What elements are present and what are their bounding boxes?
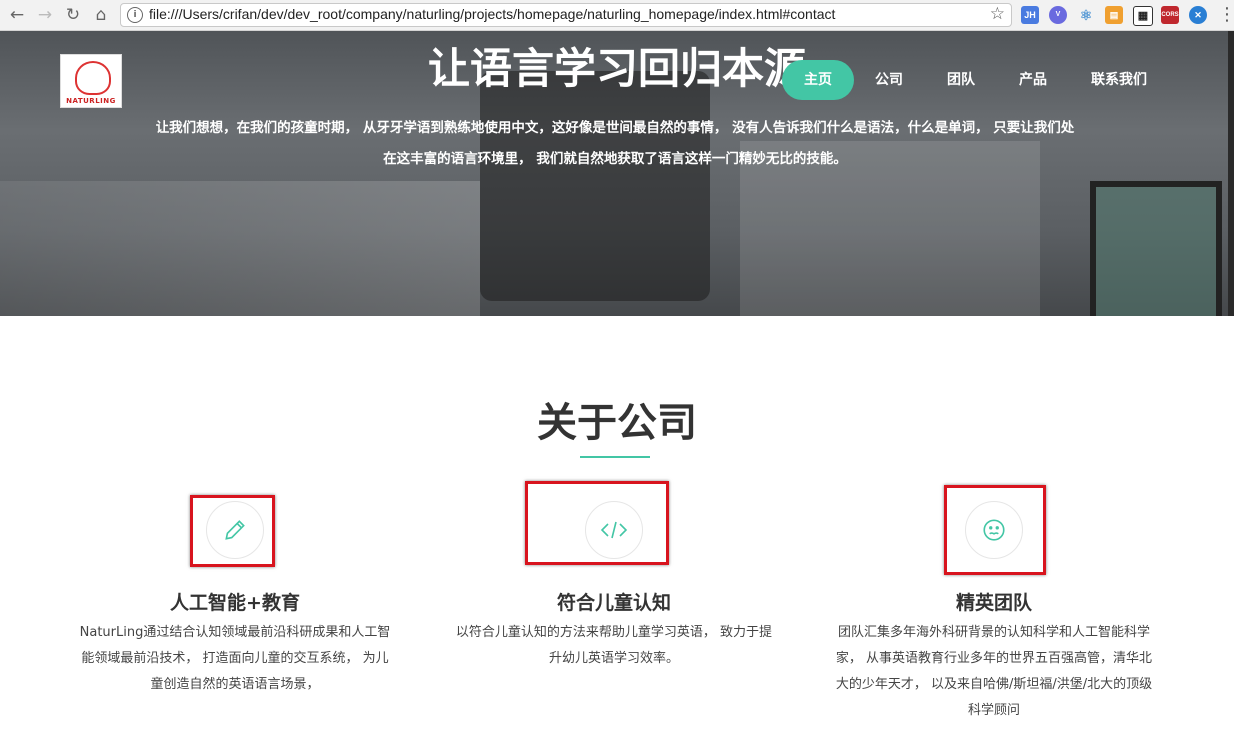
code-icon (585, 501, 643, 559)
hero-banner: NATURLING 让语言学习回归本源 主页 公司 团队 产品 联系我们 让我们… (0, 31, 1234, 316)
logo-text: NATURLING (66, 97, 116, 105)
feature-description: 团队汇集多年海外科研背景的认知科学和人工智能科学家， 从事英语教育行业多年的世界… (835, 625, 1153, 718)
smiley-icon (965, 501, 1023, 559)
bookmark-star-icon[interactable]: ☆ (990, 4, 1005, 24)
section-title-underline (580, 456, 650, 458)
hero-background-window (0, 181, 480, 316)
hero-background-poster (1090, 181, 1222, 316)
info-icon[interactable]: i (127, 7, 143, 23)
home-icon[interactable]: ⌂ (90, 4, 112, 26)
forward-icon[interactable]: → (34, 4, 56, 26)
pencil-icon (206, 501, 264, 559)
reload-icon[interactable]: ↻ (62, 4, 84, 26)
cors-icon[interactable]: CORS (1161, 6, 1179, 24)
nav-item-products[interactable]: 产品 (1011, 60, 1055, 100)
extension-blue-icon[interactable]: ✕ (1189, 6, 1207, 24)
nav-item-home[interactable]: 主页 (782, 60, 854, 100)
feature-description: 以符合儿童认知的方法来帮助儿童学习英语， 致力于提升幼儿英语学习效率。 (455, 625, 773, 666)
browser-toolbar: ← → ↻ ⌂ i file:///Users/crifan/dev/dev_r… (0, 0, 1234, 31)
section-title: 关于公司 (537, 400, 697, 446)
browser-menu-icon[interactable]: ⋮ (1218, 4, 1234, 25)
hero-description: 让我们想想，在我们的孩童时期， 从牙牙学语到熟练地使用中文，这好像是世间最自然的… (155, 120, 1075, 167)
extension-orange-icon[interactable]: ▤ (1105, 6, 1123, 24)
nav-item-company[interactable]: 公司 (867, 60, 911, 100)
address-bar[interactable]: i file:///Users/crifan/dev/dev_root/comp… (120, 3, 1012, 27)
extension-react-icon[interactable]: ⚛ (1077, 6, 1095, 24)
feature-title: 符合儿童认知 (556, 592, 671, 614)
qr-code-icon[interactable]: ▦ (1133, 6, 1153, 26)
feature-title: 人工智能+教育 (170, 592, 300, 614)
extension-vue-icon[interactable]: V (1049, 6, 1067, 24)
nav-item-team[interactable]: 团队 (939, 60, 983, 100)
feature-title: 精英团队 (955, 592, 1032, 614)
nav-item-contact[interactable]: 联系我们 (1082, 60, 1156, 100)
feature-description: NaturLing通过结合认知领域最前沿科研成果和人工智能领域最前沿技术， 打造… (79, 625, 391, 692)
hero-background-monitor (480, 71, 710, 301)
extension-jh-icon[interactable]: JH (1021, 6, 1039, 24)
url-text[interactable]: file:///Users/crifan/dev/dev_root/compan… (149, 6, 835, 22)
back-icon[interactable]: ← (6, 4, 28, 26)
